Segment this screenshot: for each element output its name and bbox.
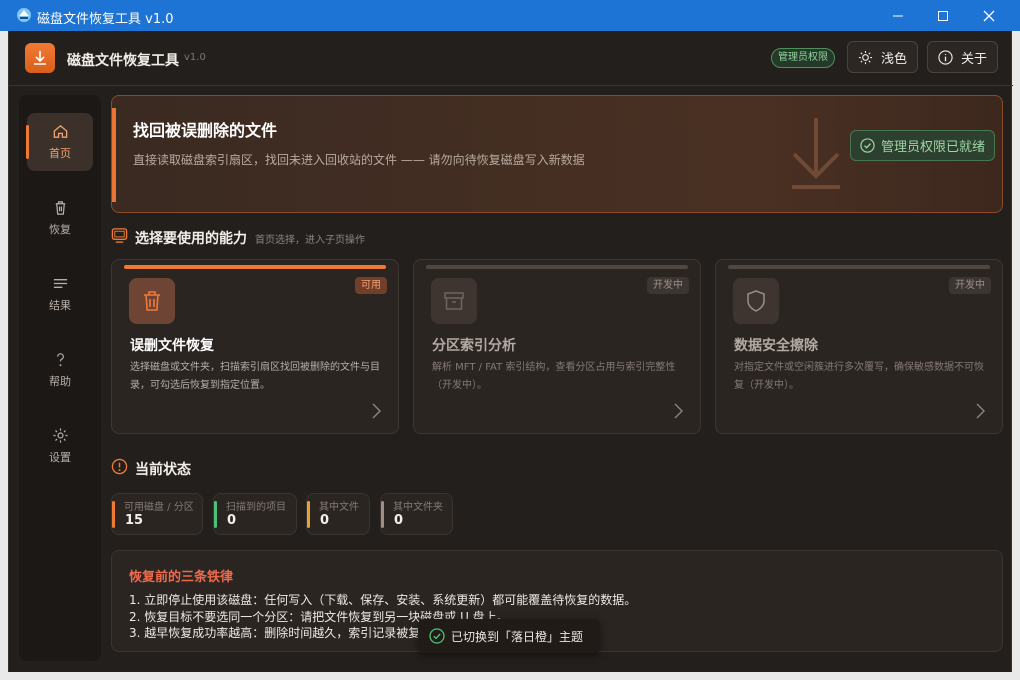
trash-icon xyxy=(55,201,65,215)
rule-item: 1. 立即停止使用该磁盘：任何写入（下载、保存、安装、系统更新）都可能覆盖待恢复… xyxy=(129,593,637,607)
toast-message: 已切换到「落日橙」主题 xyxy=(451,629,584,644)
check-circle-icon xyxy=(429,628,445,644)
archive-icon xyxy=(431,278,477,324)
stat-color-bar xyxy=(214,501,217,528)
capability-card-recover[interactable]: 可用 误删文件恢复 选择磁盘或文件夹，扫描索引扇区找回被删除的文件与目录，可勾选… xyxy=(111,259,399,434)
stat-color-bar xyxy=(112,501,115,528)
sidebar-item-label: 帮助 xyxy=(49,375,71,388)
app-body: 磁盘文件恢复工具 v1.0 管理员权限 浅色 关于 首页 恢复 结果 帮助 设置… xyxy=(8,31,1013,672)
sidebar-item-label: 设置 xyxy=(49,451,71,464)
settings-icon xyxy=(52,428,68,443)
card-title: 数据安全擦除 xyxy=(734,338,818,354)
app-version: v1.0 xyxy=(184,52,206,63)
theme-toggle-button[interactable]: 浅色 xyxy=(847,41,919,73)
close-button[interactable] xyxy=(966,0,1012,31)
card-description: 解析 MFT / FAT 索引结构，查看分区占用与索引完整性（开发中）。 xyxy=(432,362,676,391)
capability-card-secure-erase[interactable]: 开发中 数据安全擦除 对指定文件或空闲簇进行多次覆写，确保敏感数据不可恢复（开发… xyxy=(715,259,1003,434)
stat-folders: 其中文件夹 0 xyxy=(380,493,453,535)
stat-label: 其中文件 xyxy=(319,502,359,513)
about-label: 关于 xyxy=(961,51,988,67)
window-title: 磁盘文件恢复工具 v1.0 xyxy=(37,12,174,27)
sidebar: 首页 恢复 结果 帮助 设置 xyxy=(19,95,101,661)
hero-subtitle: 直接读取磁盘索引扇区，找回未进入回收站的文件 —— 请勿向待恢复磁盘写入新数据 xyxy=(133,153,585,167)
hero-accent-bar xyxy=(112,108,116,202)
sidebar-item-help[interactable]: 帮助 xyxy=(27,341,93,399)
card-title: 误删文件恢复 xyxy=(130,338,214,354)
card-description: 对指定文件或空闲簇进行多次覆写，确保敏感数据不可恢复（开发中）。 xyxy=(734,362,984,391)
trash-icon xyxy=(129,278,175,324)
capability-card-index-analysis[interactable]: 开发中 分区索引分析 解析 MFT / FAT 索引结构，查看分区占用与索引完整… xyxy=(413,259,701,434)
admin-ready-text: 管理员权限已就绪 xyxy=(881,140,986,155)
home-icon xyxy=(53,124,67,138)
download-watermark-icon xyxy=(792,118,840,189)
card-title: 分区索引分析 xyxy=(432,338,516,354)
stat-value: 0 xyxy=(227,513,237,528)
app-header: 磁盘文件恢复工具 v1.0 管理员权限 浅色 关于 xyxy=(9,31,1013,86)
stat-files: 其中文件 0 xyxy=(306,493,370,535)
shield-icon xyxy=(733,278,779,324)
info-icon xyxy=(938,49,953,65)
admin-ready-badge: 管理员权限已就绪 xyxy=(850,130,996,161)
sidebar-item-label: 恢复 xyxy=(49,223,71,236)
stat-value: 0 xyxy=(320,513,330,528)
availability-badge: 开发中 xyxy=(949,277,991,294)
app-icon xyxy=(16,7,32,23)
check-circle-icon xyxy=(860,138,875,153)
rules-title: 恢复前的三条铁律 xyxy=(129,570,234,585)
chevron-right-icon xyxy=(372,403,381,419)
card-top-bar xyxy=(124,265,386,269)
app-name: 磁盘文件恢复工具 xyxy=(67,53,179,69)
stat-label: 可用磁盘 / 分区 xyxy=(124,502,194,513)
stat-label: 扫描到的项目 xyxy=(226,502,286,513)
card-top-bar xyxy=(426,265,688,269)
sun-icon xyxy=(858,50,873,64)
minimize-button[interactable] xyxy=(875,0,921,31)
toast-notification: 已切换到「落日橙」主题 xyxy=(418,619,600,653)
hero-banner: 找回被误删除的文件 直接读取磁盘索引扇区，找回未进入回收站的文件 —— 请勿向待… xyxy=(111,95,1003,213)
help-icon xyxy=(56,353,64,367)
sidebar-item-results[interactable]: 结果 xyxy=(27,265,93,323)
list-icon xyxy=(53,279,67,288)
alert-circle-icon xyxy=(111,458,128,475)
stat-disks: 可用磁盘 / 分区 15 xyxy=(111,493,203,535)
availability-badge: 开发中 xyxy=(647,277,689,294)
chevron-right-icon xyxy=(674,403,683,419)
sidebar-item-recover[interactable]: 恢复 xyxy=(27,189,93,247)
about-button[interactable]: 关于 xyxy=(927,41,999,73)
sidebar-item-label: 结果 xyxy=(49,299,71,312)
card-description: 选择磁盘或文件夹，扫描索引扇区找回被删除的文件与目录，可勾选后恢复到指定位置。 xyxy=(130,362,380,391)
stat-value: 15 xyxy=(125,513,144,528)
stat-color-bar xyxy=(381,501,384,528)
stat-color-bar xyxy=(307,501,310,528)
status-title: 当前状态 xyxy=(135,462,191,478)
theme-label: 浅色 xyxy=(881,51,908,67)
app-window: 磁盘文件恢复工具 v1.0 磁盘文件恢复工具 v1.0 管理员权限 浅色 关于 xyxy=(0,0,1020,680)
screen-icon xyxy=(111,228,128,243)
window-titlebar[interactable]: 磁盘文件恢复工具 v1.0 xyxy=(0,0,1020,31)
sidebar-item-settings[interactable]: 设置 xyxy=(27,417,93,475)
download-logo-icon xyxy=(25,43,55,73)
sidebar-item-label: 首页 xyxy=(49,147,71,160)
stat-label: 其中文件夹 xyxy=(393,502,443,513)
sidebar-item-home[interactable]: 首页 xyxy=(26,113,93,171)
maximize-button[interactable] xyxy=(920,0,966,31)
chevron-right-icon xyxy=(976,403,985,419)
stat-scanned-items: 扫描到的项目 0 xyxy=(213,493,297,535)
admin-badge: 管理员权限 xyxy=(771,48,835,68)
capabilities-hint: 首页选择，进入子页操作 xyxy=(255,235,365,246)
card-top-bar xyxy=(728,265,990,269)
capabilities-title: 选择要使用的能力 xyxy=(135,231,247,247)
hero-title: 找回被误删除的文件 xyxy=(133,121,278,140)
availability-badge: 可用 xyxy=(355,277,387,294)
stat-value: 0 xyxy=(394,513,404,528)
